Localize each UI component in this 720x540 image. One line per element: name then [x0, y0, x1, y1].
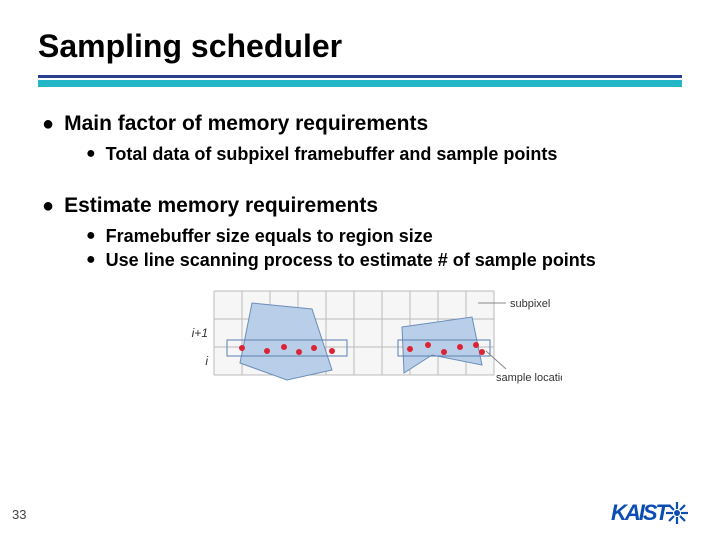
diagram-label-samplelocation: sample location — [496, 372, 562, 384]
diagram-svg: i+1 i subpixel sample location — [182, 285, 562, 397]
bullet-level2: ● Use line scanning process to estimate … — [86, 249, 682, 271]
bullet-text: Use line scanning process to estimate # … — [106, 249, 596, 271]
bullet-text: Estimate memory requirements — [64, 193, 378, 219]
spacer — [42, 175, 682, 187]
scanning-diagram: i+1 i subpixel sample location — [182, 285, 682, 402]
bullet-dot: ● — [42, 111, 54, 137]
bullet-level1: ● Estimate memory requirements — [42, 193, 682, 219]
slide: Sampling scheduler ● Main factor of memo… — [0, 0, 720, 540]
bullet-dot: ● — [42, 193, 54, 219]
diagram-rowlabel-bottom: i — [205, 354, 208, 368]
page-number: 33 — [12, 507, 26, 522]
title-underline — [38, 75, 682, 87]
bullet-text: Main factor of memory requirements — [64, 111, 428, 137]
slide-title: Sampling scheduler — [38, 28, 682, 65]
bullet-text: Total data of subpixel framebuffer and s… — [106, 143, 558, 165]
diagram-rowlabel-top: i+1 — [192, 326, 208, 340]
bullet-level1: ● Main factor of memory requirements — [42, 111, 682, 137]
logo-text: KAIST — [611, 500, 667, 526]
burst-icon — [664, 500, 690, 526]
rule-teal — [38, 80, 682, 87]
diagram-label-subpixel: subpixel — [510, 298, 550, 310]
rule-dark — [38, 75, 682, 78]
bullet-sublist: ● Total data of subpixel framebuffer and… — [86, 143, 682, 165]
bullet-dot: ● — [86, 249, 96, 271]
bullet-dot: ● — [86, 225, 96, 247]
bullet-text: Framebuffer size equals to region size — [106, 225, 433, 247]
bullet-dot: ● — [86, 143, 96, 165]
kaist-logo: KAIST — [611, 500, 690, 526]
bullet-level2: ● Framebuffer size equals to region size — [86, 225, 682, 247]
bullet-sublist: ● Framebuffer size equals to region size… — [86, 225, 682, 271]
content-area: ● Main factor of memory requirements ● T… — [38, 87, 682, 402]
bullet-level2: ● Total data of subpixel framebuffer and… — [86, 143, 682, 165]
